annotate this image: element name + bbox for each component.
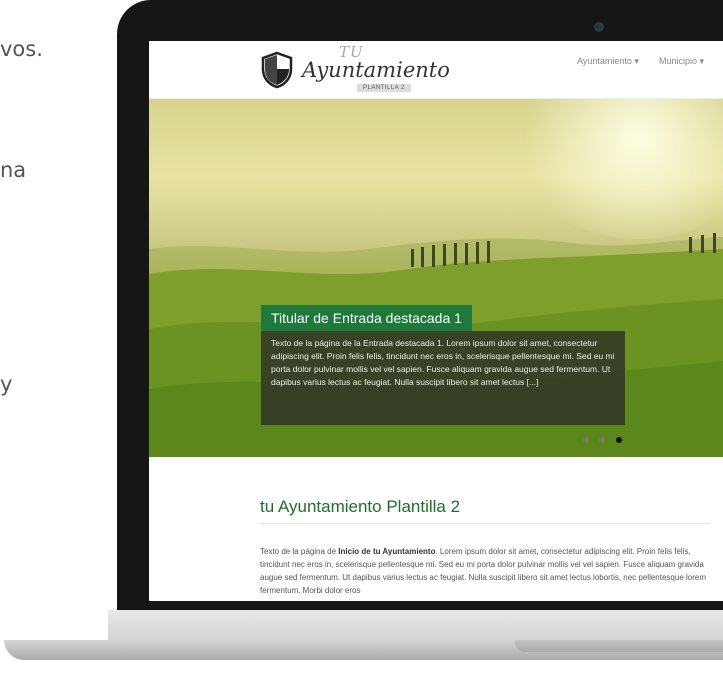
nav-item-municipio[interactable]: Municipio ▾ <box>659 56 704 67</box>
logo-name[interactable]: Ayuntamiento <box>302 58 450 82</box>
page-text-fragment: y <box>0 372 13 396</box>
slider-dot[interactable] <box>599 437 606 443</box>
caret-down-icon: ▾ <box>699 56 705 66</box>
body-text-prefix: Texto de la página de <box>260 547 339 556</box>
body-text-bold: Inicio de tu Ayuntamiento <box>338 547 436 556</box>
page-text-fragment: na <box>0 158 27 182</box>
shield-logo-icon <box>261 51 293 89</box>
site-header: TU Ayuntamiento PLANTILLA 2 Ayuntamiento… <box>149 41 723 99</box>
laptop-notch <box>515 640 723 652</box>
caret-down-icon: ▾ <box>634 56 639 66</box>
nav-item-ayuntamiento[interactable]: Ayuntamiento ▾ <box>577 56 639 67</box>
hero-caption-text: Texto de la página de la Entrada destaca… <box>271 338 615 387</box>
title-divider <box>260 523 710 524</box>
laptop-screen: TU Ayuntamiento PLANTILLA 2 Ayuntamiento… <box>149 41 723 601</box>
page-text-fragment: vos. <box>0 37 43 61</box>
logo-subtitle: PLANTILLA 2 <box>357 84 411 92</box>
nav-label: Municipio <box>659 56 698 66</box>
hero-title[interactable]: Titular de Entrada destacada 1 <box>261 305 472 331</box>
slider-dot-active[interactable] <box>615 437 622 443</box>
hero-slider[interactable]: Titular de Entrada destacada 1 Texto de … <box>149 99 723 457</box>
hero-caption: Texto de la página de la Entrada destaca… <box>261 331 625 425</box>
nav-label: Ayuntamiento <box>577 56 632 66</box>
slider-dot[interactable] <box>583 437 589 443</box>
slider-dots <box>583 430 628 448</box>
page-body-text: Texto de la página de Inicio de tu Ayunt… <box>260 545 715 597</box>
camera-icon <box>594 22 604 32</box>
page-title: tu Ayuntamiento Plantilla 2 <box>260 497 461 516</box>
